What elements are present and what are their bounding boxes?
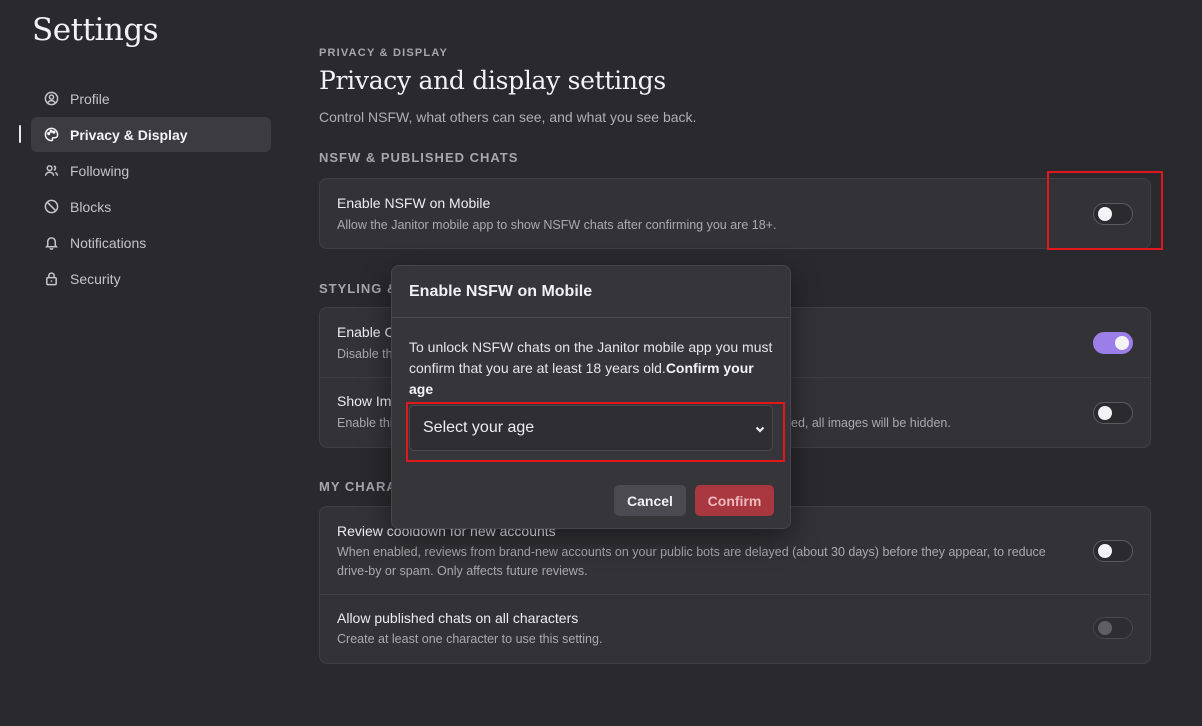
lock-icon [43, 271, 59, 287]
setting-description: When enabled, reviews from brand-new acc… [337, 545, 1046, 578]
setting-title: Enable C [337, 324, 395, 340]
characters-card: Review cooldown for new accounts When en… [319, 506, 1151, 664]
toggle-knob [1098, 621, 1112, 635]
setting-row-nsfw-mobile: Enable NSFW on Mobile Allow the Janitor … [320, 179, 1150, 248]
dialog-title: Enable NSFW on Mobile [409, 283, 593, 300]
app-title: Settings [32, 12, 159, 48]
confirm-button[interactable]: Confirm [695, 485, 774, 516]
styling-toggle[interactable] [1093, 332, 1133, 354]
section-heading-styling: STYLING & [319, 281, 398, 296]
block-icon [43, 199, 59, 215]
palette-icon [43, 127, 59, 143]
users-icon [43, 163, 59, 179]
setting-description: Allow the Janitor mobile app to show NSF… [337, 218, 777, 232]
setting-description-tail: ed, all images will be hidden. [791, 416, 951, 430]
sidebar-item-notifications[interactable]: Notifications [31, 225, 271, 260]
cancel-button[interactable]: Cancel [614, 485, 686, 516]
sidebar: Settings Profile Privacy & Display Follo… [0, 0, 290, 726]
page-eyebrow: PRIVACY & DISPLAY [319, 47, 449, 59]
sidebar-item-blocks[interactable]: Blocks [31, 189, 271, 224]
sidebar-item-privacy-display[interactable]: Privacy & Display [19, 117, 271, 152]
section-heading-characters: MY CHARA [319, 479, 397, 494]
age-select[interactable]: Select your age [409, 405, 773, 451]
toggle-knob [1115, 336, 1129, 350]
bell-icon [43, 235, 59, 251]
sidebar-item-label: Following [70, 162, 130, 179]
sidebar-item-label: Profile [70, 90, 110, 107]
section-heading-nsfw: NSFW & PUBLISHED CHATS [319, 150, 519, 165]
setting-title: Show Im [337, 393, 392, 409]
chevron-down-icon [754, 422, 766, 434]
setting-title: Allow published chats on all characters [337, 610, 579, 626]
setting-description: Create at least one character to use thi… [337, 632, 603, 646]
page-subtitle: Control NSFW, what others can see, and w… [319, 109, 697, 125]
toggle-knob [1098, 207, 1112, 221]
dialog-body: To unlock NSFW chats on the Janitor mobi… [409, 337, 779, 400]
sidebar-item-label: Privacy & Display [70, 126, 188, 143]
page-title: Privacy and display settings [319, 66, 666, 95]
nsfw-mobile-toggle[interactable] [1093, 203, 1133, 225]
active-indicator [19, 125, 21, 143]
nsfw-confirm-dialog: Enable NSFW on Mobile To unlock NSFW cha… [391, 265, 791, 529]
published-chats-toggle[interactable] [1093, 617, 1133, 639]
sidebar-item-label: Blocks [70, 198, 112, 215]
toggle-knob [1098, 544, 1112, 558]
sidebar-item-following[interactable]: Following [31, 153, 271, 188]
setting-row-published-chats: Allow published chats on all characters … [320, 595, 1150, 663]
sidebar-item-label: Security [70, 270, 121, 287]
user-circle-icon [43, 91, 59, 107]
show-images-toggle[interactable] [1093, 402, 1133, 424]
sidebar-nav: Profile Privacy & Display Following Bloc… [19, 81, 271, 297]
setting-title: Enable NSFW on Mobile [337, 195, 491, 211]
sidebar-item-profile[interactable]: Profile [31, 81, 271, 116]
dialog-header: Enable NSFW on Mobile [392, 266, 790, 318]
sidebar-item-label: Notifications [70, 234, 147, 251]
age-select-value: Select your age [423, 419, 535, 436]
toggle-knob [1098, 406, 1112, 420]
sidebar-item-security[interactable]: Security [31, 261, 271, 296]
review-cooldown-toggle[interactable] [1093, 540, 1133, 562]
nsfw-card: Enable NSFW on Mobile Allow the Janitor … [319, 178, 1151, 249]
